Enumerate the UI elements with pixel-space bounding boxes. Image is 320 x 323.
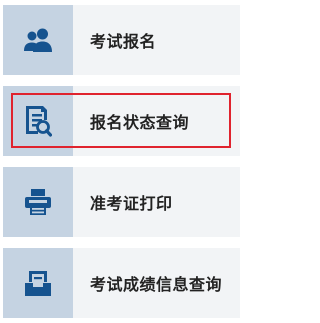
- menu-icon-box: [3, 248, 73, 318]
- menu-item-label: 准考证打印: [90, 194, 173, 213]
- menu-icon-box: [3, 5, 73, 75]
- side-menu: 考试报名 报名状态查询 准考证打印 考试成绩信息查询: [1, 1, 242, 322]
- printer-icon: [25, 189, 51, 215]
- document-search-icon: [26, 106, 52, 137]
- menu-item-registration-status[interactable]: 报名状态查询: [3, 86, 240, 156]
- menu-item-label: 考试报名: [90, 32, 157, 51]
- menu-item-exam-registration[interactable]: 考试报名: [3, 5, 240, 75]
- menu-item-label: 报名状态查询: [90, 113, 190, 132]
- users-icon: [24, 28, 52, 52]
- menu-icon-box: [3, 86, 73, 156]
- menu-item-label: 考试成绩信息查询: [90, 275, 223, 294]
- inbox-tray-icon: [25, 271, 51, 296]
- menu-item-admission-ticket-print[interactable]: 准考证打印: [3, 167, 240, 237]
- menu-item-score-inquiry[interactable]: 考试成绩信息查询: [3, 248, 240, 318]
- menu-icon-box: [3, 167, 73, 237]
